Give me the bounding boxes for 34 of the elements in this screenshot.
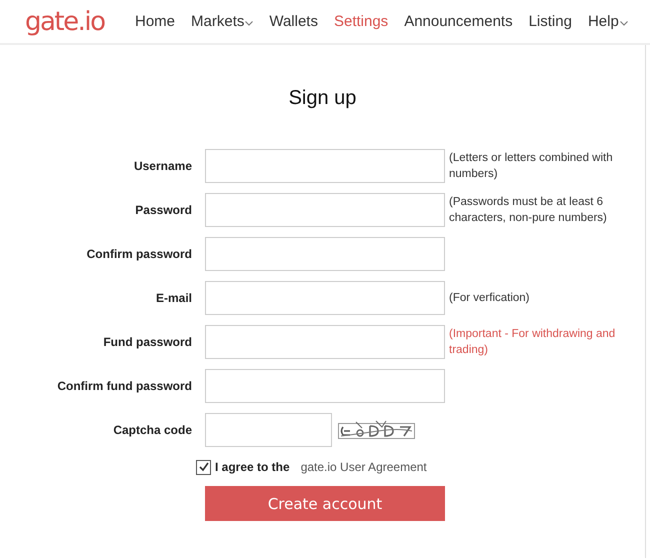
caret-icon [245,20,254,26]
agree-label: I agree to the [215,460,290,474]
input-field[interactable] [205,413,332,447]
field-label: Password [134,203,192,217]
field-label: Fund password [102,335,192,349]
create-account-button[interactable]: Create account [205,486,445,521]
input-field[interactable] [205,369,445,403]
agreement-link[interactable]: gate.io User Agreement [300,460,427,474]
captcha-image[interactable] [338,419,416,441]
nav-link[interactable]: Listing [528,13,572,30]
field-hint: (Passwords must be at least 6 characters, non-pure numbers) [449,195,608,226]
field-label: E-mail [154,291,192,305]
input-field[interactable] [205,149,445,183]
field-hint: (Important - For withdrawing and trading) [449,327,616,358]
field-label: Username [132,159,192,173]
field-label: Confirm fund password [56,379,192,393]
page-title: Sign up [288,86,358,111]
nav-link[interactable]: Wallets [269,13,318,30]
nav-link[interactable]: Settings [334,13,388,30]
input-field[interactable] [205,193,445,227]
field-hint: (Letters or letters combined with numbers) [449,151,614,182]
caret-icon [620,20,628,26]
field-hint: (For verfication) [449,291,531,306]
nav-link[interactable]: Announcements [404,13,513,30]
nav-link[interactable]: Markets [191,13,254,30]
input-field[interactable] [205,237,445,271]
nav-link[interactable]: Help [588,13,628,30]
checkbox[interactable] [196,460,211,474]
input-field[interactable] [205,281,445,315]
logo[interactable]: gate.io [25,6,111,36]
field-label: Confirm password [86,247,192,261]
input-field[interactable] [205,325,445,359]
field-label: Captcha code [112,423,192,437]
nav-link[interactable]: Home [135,13,176,30]
